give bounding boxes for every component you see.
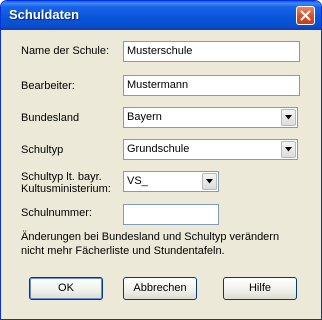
ok-button[interactable]: OK <box>29 277 103 300</box>
dialog-window: Schuldaten Name der Schule: Musterschule… <box>0 0 322 320</box>
info-note-line1: Änderungen bei Bundesland und Schultyp v… <box>21 231 280 243</box>
ministry-school-type-select[interactable]: VS_ <box>123 171 219 192</box>
school-number-label: Schulnummer: <box>21 207 92 219</box>
window-title: Schuldaten <box>9 7 80 22</box>
help-button[interactable]: Hilfe <box>223 277 297 300</box>
state-select[interactable]: Bayern <box>123 107 298 128</box>
editor-label: Bearbeiter: <box>21 80 75 92</box>
state-selected-value: Bayern <box>127 111 162 123</box>
school-name-input[interactable]: Musterschule <box>123 41 300 62</box>
school-type-selected-value: Grundschule <box>127 143 190 155</box>
school-type-select[interactable]: Grundschule <box>123 139 298 160</box>
school-type-dropdown-button[interactable] <box>281 141 296 158</box>
ministry-school-type-selected-value: VS_ <box>127 175 148 187</box>
editor-input[interactable]: Mustermann <box>123 75 300 96</box>
ministry-school-type-label-line1: Schultyp lt. bayr. <box>21 171 102 183</box>
school-name-label: Name der Schule: <box>21 45 110 57</box>
info-note: Änderungen bei Bundesland und Schultyp v… <box>21 230 307 258</box>
ministry-school-type-dropdown-button[interactable] <box>202 173 217 190</box>
close-button[interactable] <box>296 6 315 25</box>
title-bar[interactable]: Schuldaten <box>1 1 321 30</box>
cancel-button[interactable]: Abbrechen <box>123 277 197 300</box>
dialog-content: Name der Schule: Musterschule Bearbeiter… <box>1 30 321 319</box>
school-number-input[interactable] <box>123 204 219 225</box>
ministry-school-type-label-line2: Kultusministerium: <box>21 183 111 195</box>
state-dropdown-button[interactable] <box>281 109 296 126</box>
school-type-label: Schultyp <box>21 144 64 156</box>
info-note-line2: nicht mehr Fächerliste und Stundentafeln… <box>21 245 225 257</box>
state-label: Bundesland <box>21 112 80 124</box>
